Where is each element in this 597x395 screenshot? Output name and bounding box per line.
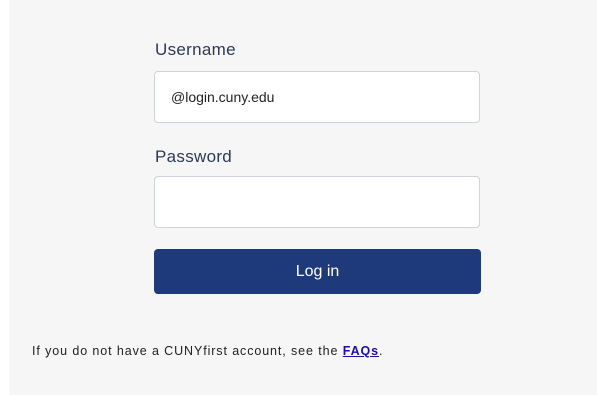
- help-text-before: If you do not have a CUNYfirst account, …: [32, 344, 343, 358]
- no-account-help-text: If you do not have a CUNYfirst account, …: [32, 344, 383, 358]
- username-input[interactable]: [154, 71, 480, 123]
- help-text-after: .: [378, 344, 384, 358]
- login-panel: Username Password Log in If you do not h…: [9, 0, 597, 395]
- faqs-link[interactable]: FAQs: [343, 344, 379, 358]
- login-button[interactable]: Log in: [154, 249, 481, 294]
- password-label: Password: [155, 147, 233, 166]
- username-label: Username: [155, 40, 236, 59]
- password-input[interactable]: [154, 176, 480, 228]
